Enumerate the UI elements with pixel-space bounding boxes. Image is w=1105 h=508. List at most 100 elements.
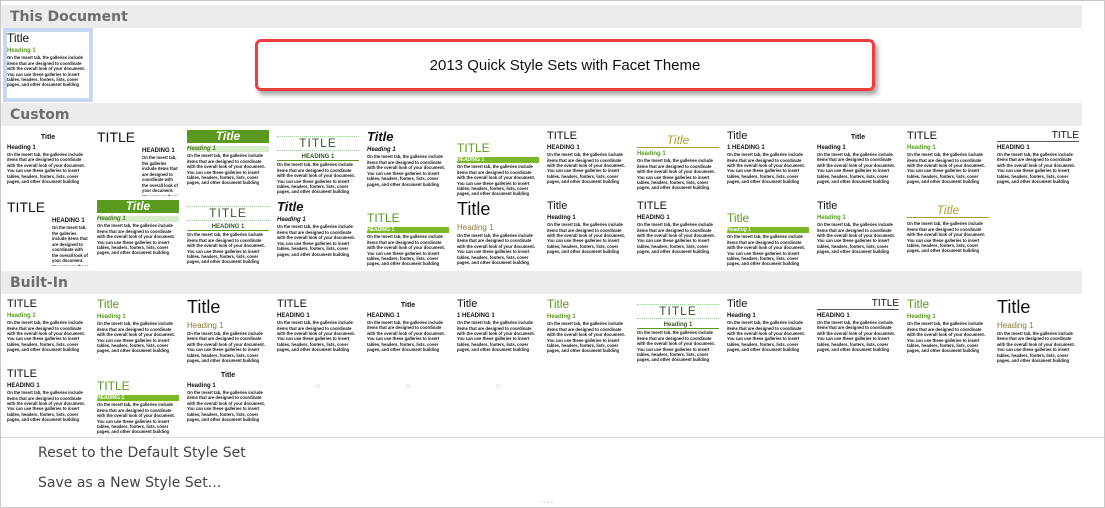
style-set-thumbnail[interactable]: TITLE HEADING 1 On the Insert tab, the gal…: [97, 130, 179, 196]
style-set-thumbnail[interactable]: Title Heading 1 On the Insert tab, the gal…: [457, 200, 539, 266]
style-set-thumbnail[interactable]: Title Heading 1 On the Insert tab, the gal…: [3, 28, 93, 102]
style-set-thumbnail[interactable]: TITLE HEADING 1 On the Insert tab, the gal…: [187, 200, 269, 266]
style-set-thumbnail[interactable]: TITLE HEADING 1 On the Insert tab, the gal…: [277, 130, 359, 196]
style-set-thumbnail[interactable]: Title Heading 1 On the Insert tab, the gal…: [187, 368, 269, 434]
style-set-thumbnail[interactable]: Title 1 HEADING 1 On the Insert tab, the g…: [457, 298, 539, 364]
style-set-thumbnail[interactable]: TITLE HEADING 1 On the Insert tab, the gal…: [997, 130, 1079, 196]
thumbnail-body: On the Insert tab, the galleries include…: [637, 222, 715, 255]
style-set-thumbnail[interactable]: TITLE HEADING 1 On the Insert tab, the gal…: [367, 200, 449, 266]
thumbnail-title: Title: [400, 302, 416, 309]
resize-grip[interactable]: ····: [540, 498, 554, 507]
style-set-thumbnail[interactable]: Title Heading 1 On the Insert tab, the gal…: [547, 200, 629, 266]
style-set-thumbnail[interactable]: TITLE HEADING 1 On the Insert tab, the gal…: [7, 200, 89, 266]
thumbnail-title: TITLE: [97, 130, 136, 145]
style-set-thumbnail[interactable]: Title Heading 1 On the Insert tab, the gal…: [997, 298, 1079, 364]
thumbnail-heading: HEADING 1: [277, 154, 359, 162]
thumbnail-title: Title: [457, 200, 491, 219]
thumbnail-heading: Heading 1: [997, 320, 1034, 330]
style-set-thumbnail[interactable]: TITLE HEADING 1 On the Insert tab, the gal…: [817, 298, 899, 364]
thumbnail-heading: Heading 1: [817, 215, 846, 222]
style-set-thumbnail[interactable]: Title Heading 1 On the Insert tab, the gal…: [187, 130, 269, 196]
style-set-thumbnail[interactable]: Title Heading 1 On the Insert tab, the gal…: [817, 200, 899, 266]
style-set-thumbnail[interactable]: Title Heading 1 On the Insert tab, the gal…: [187, 298, 269, 364]
thumbnail-heading: HEADING 1: [7, 383, 40, 390]
thumbnail-title: TITLE: [277, 298, 307, 310]
style-set-thumbnail[interactable]: TITLE Heading 1 On the Insert tab, the gal…: [7, 298, 89, 364]
thumbnail-body: On the Insert tab, the galleries include…: [367, 154, 445, 187]
thumbnail-body: On the Insert tab, the galleries include…: [637, 330, 715, 363]
thumbnail-title: Title: [277, 200, 304, 214]
style-set-thumbnail[interactable]: Title Heading 1 On the Insert tab, the gal…: [637, 130, 719, 196]
thumbnail-heading: Heading 1: [727, 227, 809, 234]
style-set-thumbnail[interactable]: TITLE HEADING 1 On the Insert tab, the gal…: [637, 200, 719, 266]
thumbnail-title: Title: [7, 32, 30, 45]
thumbnail-heading: Heading 1: [457, 222, 494, 232]
save-style-set-menu-item[interactable]: Save as a New Style Set...: [38, 475, 221, 491]
style-set-thumbnail[interactable]: Title Heading 1 On the Insert tab, the gal…: [727, 200, 809, 266]
thumbnail-body: On the Insert tab, the galleries include…: [817, 222, 895, 255]
style-set-thumbnail[interactable]: Title Heading 1 On the Insert tab, the gal…: [277, 200, 359, 266]
thumbnail-heading: Heading 1: [637, 322, 719, 330]
thumbnail-body: On the Insert tab, the galleries include…: [457, 232, 535, 266]
thumbnail-body: On the Insert tab, the galleries include…: [97, 223, 175, 256]
style-set-thumbnail[interactable]: Title Heading 1 On the Insert tab, the gal…: [7, 130, 89, 196]
style-set-thumbnail[interactable]: Title Heading 1 On the Insert tab, the gal…: [547, 298, 629, 364]
thumbnail-body: On the Insert tab, the galleries include…: [997, 152, 1075, 185]
section-this-document: This Document: [1, 5, 1082, 28]
style-set-thumbnail[interactable]: Title Heading 1 On the Insert tab, the gal…: [97, 200, 179, 266]
thumbnail-heading: Heading 1: [187, 382, 216, 389]
thumbnail-body: On the Insert tab, the galleries include…: [187, 389, 265, 422]
thumbnail-body: On the Insert tab, the galleries include…: [7, 390, 85, 423]
thumbnail-title: Title: [907, 203, 989, 219]
style-set-thumbnail[interactable]: Title HEADING 1 On the Insert tab, the gal…: [367, 298, 449, 364]
thumbnail-title: TITLE: [7, 298, 37, 310]
thumbnail-heading: HEADING 1: [367, 312, 400, 319]
thumbnail-title: TITLE: [997, 130, 1079, 142]
thumbnail-body: On the Insert tab, the galleries include…: [547, 222, 625, 255]
style-set-thumbnail[interactable]: Title Heading 1 On the Insert tab, the gal…: [367, 130, 449, 196]
thumbnail-body: On the Insert tab, the galleries include…: [7, 55, 85, 88]
thumbnail-body: On the Insert tab, the galleries include…: [277, 320, 355, 353]
thumbnail-body: On the Insert tab, the galleries include…: [367, 234, 445, 266]
thumbnail-heading: Heading 1: [637, 151, 666, 158]
style-set-thumbnail[interactable]: Title Heading 1 On the Insert tab, the gal…: [817, 130, 899, 196]
thumbnail-heading: Heading 1: [367, 147, 396, 154]
style-set-thumbnail[interactable]: TITLE HEADING 1 On the Insert tab, the gal…: [457, 130, 539, 196]
thumbnail-body: On the Insert tab, the galleries include…: [727, 234, 805, 266]
style-set-thumbnail[interactable]: TITLE HEADING 1 On the Insert tab, the gal…: [7, 368, 89, 434]
thumbnail-title: Title: [40, 134, 56, 141]
style-set-thumbnail[interactable]: Title Heading 1 On the Insert tab, the gal…: [907, 298, 989, 364]
thumbnail-body: On the Insert tab, the galleries include…: [187, 153, 265, 186]
thumbnail-title: TITLE: [547, 130, 577, 142]
thumbnail-body: On the Insert tab, the galleries include…: [907, 152, 985, 185]
thumbnail-title: TITLE: [367, 211, 400, 225]
style-set-thumbnail[interactable]: TITLE HEADING 1 On the Insert tab, the gal…: [547, 130, 629, 196]
thumbnail-title: Title: [637, 133, 719, 149]
loading-spinner-icon: ⁘: [404, 382, 412, 391]
thumbnail-heading: Heading 1: [547, 314, 576, 321]
thumbnail-body: On the Insert tab, the galleries include…: [997, 330, 1075, 364]
thumbnail-heading: HEADING 1: [817, 313, 850, 319]
style-set-thumbnail[interactable]: TITLE HEADING 1 On the Insert tab, the gal…: [277, 298, 359, 364]
loading-spinner-icon: ⁘: [494, 382, 502, 391]
style-set-thumbnail[interactable]: Title On the Insert tab, the galleries in…: [907, 200, 989, 266]
thumbnail-title: TITLE: [457, 141, 490, 155]
thumbnail-heading: HEADING 1: [997, 145, 1030, 151]
thumbnail-body: On the Insert tab, the galleries include…: [7, 320, 85, 353]
thumbnail-title: TITLE: [97, 379, 130, 393]
thumbnail-title: Title: [547, 298, 570, 311]
thumbnail-title: TITLE: [277, 136, 359, 152]
divider: [1, 437, 1104, 438]
reset-style-set-menu-item[interactable]: Reset to the Default Style Set: [38, 445, 246, 461]
style-set-thumbnail[interactable]: Title Heading 1 On the Insert tab, the gal…: [727, 298, 809, 364]
style-set-thumbnail[interactable]: Title 1 HEADING 1 On the Insert tab, the g…: [727, 130, 809, 196]
thumbnail-heading: HEADING 1: [52, 218, 85, 225]
thumbnail-body: On the Insert tab, the galleries include…: [7, 151, 85, 184]
thumbnail-title: Title: [547, 200, 568, 212]
thumbnail-title: TITLE: [7, 368, 37, 380]
thumbnail-heading: Heading 1: [907, 314, 936, 321]
style-set-thumbnail[interactable]: TITLE Heading 1 On the Insert tab, the gal…: [907, 130, 989, 196]
style-set-thumbnail[interactable]: TITLE Heading 1 On the Insert tab, the gal…: [637, 298, 719, 364]
style-set-thumbnail[interactable]: TITLE HEADING 1 On the Insert tab, the gal…: [97, 368, 179, 434]
style-set-thumbnail[interactable]: Title Heading 1 On the Insert tab, the gal…: [97, 298, 179, 364]
